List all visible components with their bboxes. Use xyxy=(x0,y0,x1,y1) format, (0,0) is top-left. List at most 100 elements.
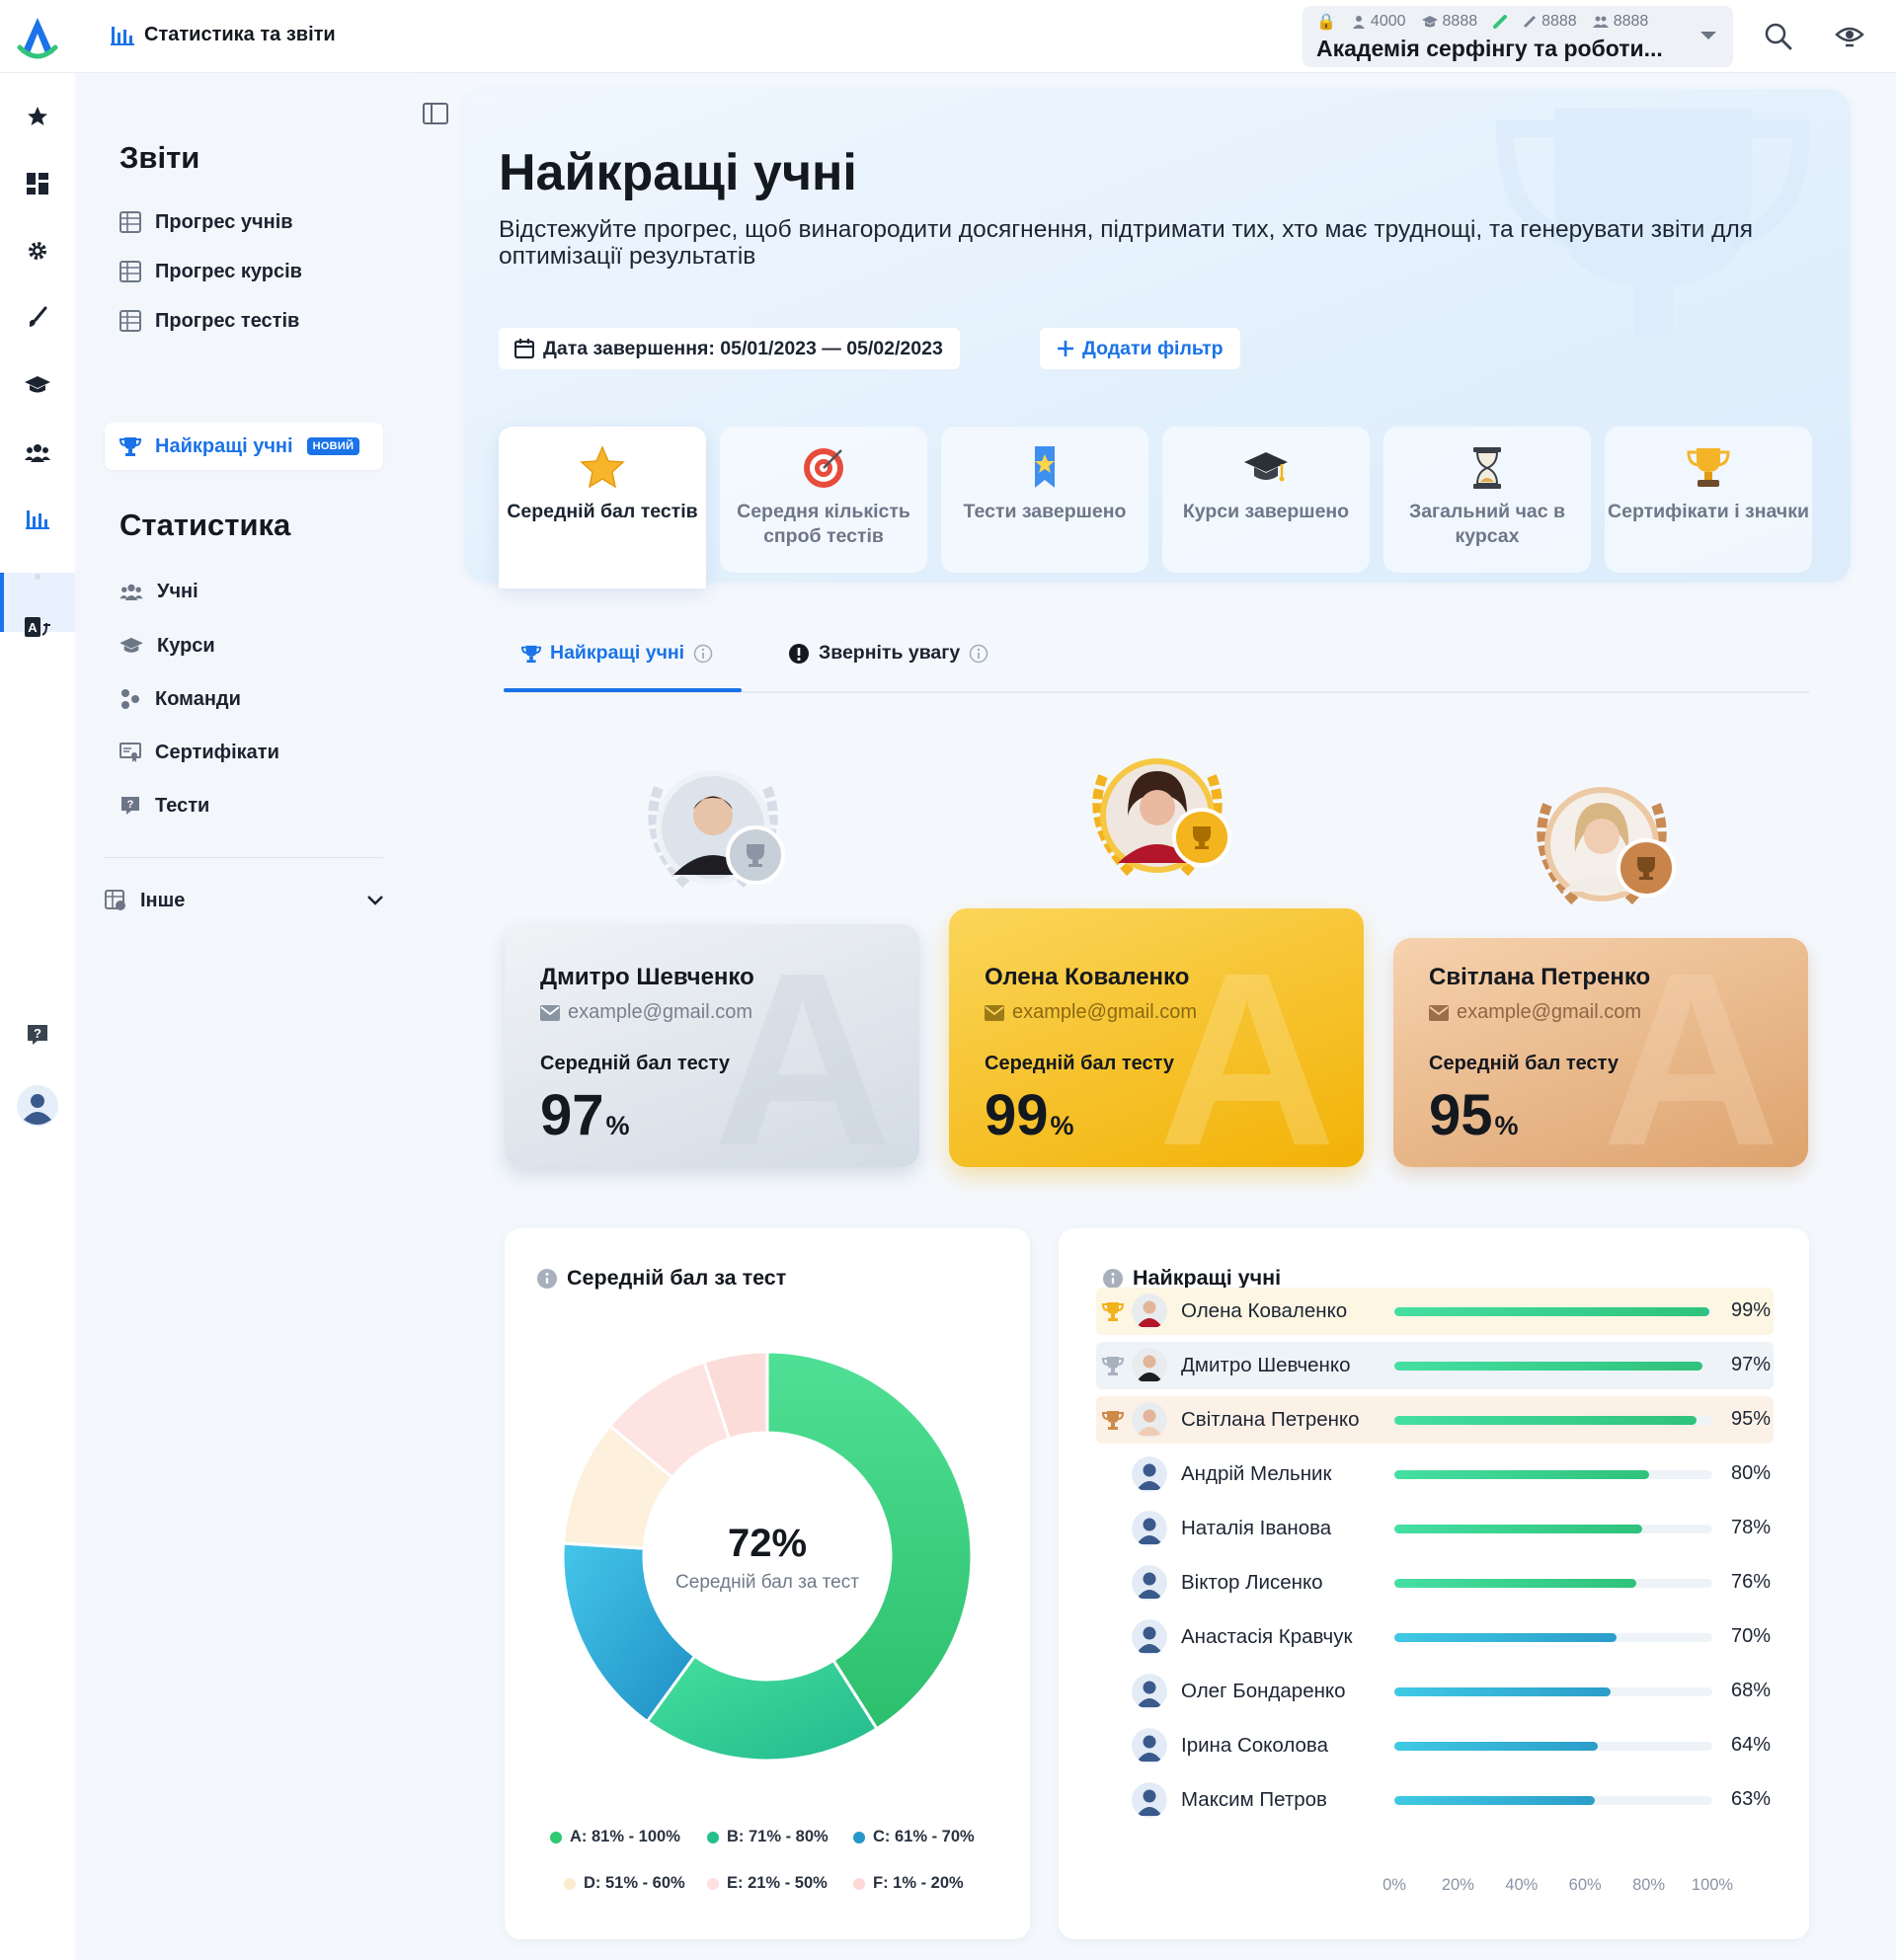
side-navigation: Звіти Прогрес учнів Прогрес курсів Прогр… xyxy=(75,73,415,1960)
tab-top-students[interactable]: Найкращі учні xyxy=(521,642,713,665)
date-filter-label: Дата завершення: 05/01/2023 — 05/02/2023 xyxy=(543,337,943,359)
search-icon[interactable] xyxy=(1764,22,1793,51)
student-name: Максим Петров xyxy=(1181,1788,1327,1811)
podium-value-number: 97 xyxy=(540,1083,604,1147)
graduation-cap-icon[interactable] xyxy=(24,371,51,399)
podium-value: 99% xyxy=(985,1082,1074,1148)
users-group-icon[interactable] xyxy=(24,438,51,466)
leaderboard-row[interactable]: Анастасія Кравчук 70% xyxy=(1096,1613,1774,1661)
table-settings-icon xyxy=(105,890,125,910)
info-icon[interactable] xyxy=(969,644,988,664)
logo-icon[interactable] xyxy=(14,14,61,61)
score-bar-track xyxy=(1394,1362,1712,1371)
leaderboard-row[interactable]: Максим Петров 63% xyxy=(1096,1776,1774,1824)
student-name: Наталія Іванова xyxy=(1181,1517,1332,1539)
ribbon-icon xyxy=(1035,446,1055,488)
score-bar xyxy=(1394,1796,1595,1805)
podium-email-text: example@gmail.com xyxy=(1012,1001,1198,1023)
help-icon[interactable]: ? xyxy=(24,1021,51,1049)
score-value: 78% xyxy=(1730,1517,1771,1538)
icon-rail: A ? xyxy=(0,73,75,1960)
leaderboard-row[interactable]: Світлана Петренко 95% xyxy=(1096,1396,1774,1444)
mail-icon xyxy=(985,1004,1004,1021)
leaderboard-row[interactable]: Віктор Лисенко 76% xyxy=(1096,1559,1774,1607)
nav-item-certificates[interactable]: Сертифікати xyxy=(119,738,279,767)
podium-value: 95% xyxy=(1429,1082,1519,1148)
org-stat-teams: 8888 xyxy=(1592,13,1648,31)
organization-switcher[interactable]: 🔒 4000 8888 8888 8888 Академія серфінгу … xyxy=(1303,6,1733,67)
date-filter-chip[interactable]: Дата завершення: 05/01/2023 — 05/02/2023 xyxy=(499,328,960,369)
metric-tab-label: Сертифікати і значки xyxy=(1608,501,1809,522)
dashboard-icon[interactable] xyxy=(24,170,51,197)
metric-tab-avg-score[interactable]: Середній бал тестів xyxy=(499,427,706,588)
metric-tab-certificates-badges[interactable]: Сертифікати і значки xyxy=(1605,427,1812,573)
tab-attention[interactable]: Зверніть увагу xyxy=(788,642,988,665)
student-avatar xyxy=(1132,1565,1167,1601)
nav-item-quiz-progress[interactable]: Прогрес тестів xyxy=(119,306,299,336)
score-bar xyxy=(1394,1687,1611,1696)
info-icon[interactable] xyxy=(693,644,713,664)
podium-email: example@gmail.com xyxy=(540,1001,752,1024)
leaderboard-row[interactable]: Олег Бондаренко 68% xyxy=(1096,1668,1774,1715)
nav-item-student-progress[interactable]: Прогрес учнів xyxy=(119,207,293,237)
add-filter-button[interactable]: Додати фільтр xyxy=(1040,328,1240,369)
nav-item-top-students[interactable]: Найкращі учні НОВИЙ xyxy=(119,431,360,461)
user-avatar-icon[interactable] xyxy=(16,1084,59,1128)
add-filter-label: Додати фільтр xyxy=(1082,337,1224,359)
brush-icon[interactable] xyxy=(24,304,51,332)
podium-email: example@gmail.com xyxy=(1429,1001,1641,1024)
podium-value: 97% xyxy=(540,1082,630,1148)
chevron-down-icon[interactable] xyxy=(1699,30,1717,41)
nav-item-courses[interactable]: Курси xyxy=(119,631,215,661)
score-bar xyxy=(1394,1742,1599,1751)
score-bar xyxy=(1394,1633,1618,1642)
preview-eye-icon[interactable] xyxy=(1835,22,1864,51)
metric-tab-tests-completed[interactable]: Тести завершено xyxy=(941,427,1148,573)
axis-tick-label: 100% xyxy=(1691,1876,1734,1894)
podium-card-first[interactable]: A Олена Коваленко example@gmail.com Сере… xyxy=(949,908,1364,1167)
metric-tab-courses-completed[interactable]: Курси завершено xyxy=(1162,427,1370,573)
sidebar-collapse-icon[interactable] xyxy=(423,103,448,124)
donut-center-label: Середній бал за тест xyxy=(675,1572,859,1593)
podium-card-second[interactable]: A Дмитро Шевченко example@gmail.com Сере… xyxy=(505,924,919,1167)
leaderboard-row[interactable]: Андрій Мельник 80% xyxy=(1096,1450,1774,1498)
podium-metric-label: Середній бал тесту xyxy=(985,1053,1175,1074)
nav-item-students[interactable]: Учні xyxy=(119,577,198,606)
student-avatar xyxy=(1132,1348,1167,1383)
axis-tick-label: 20% xyxy=(1441,1876,1474,1894)
score-value: 95% xyxy=(1730,1408,1771,1430)
statistics-bar-chart-icon[interactable] xyxy=(24,506,51,533)
org-stat-quizzes xyxy=(1493,15,1508,29)
favorites-star-icon[interactable] xyxy=(24,103,51,130)
nav-item-course-progress[interactable]: Прогрес курсів xyxy=(119,257,302,286)
nav-item-other[interactable]: Інше xyxy=(105,886,383,915)
metric-tab-total-time[interactable]: Загальний час в курсах xyxy=(1383,427,1591,573)
org-stat-edits: 8888 xyxy=(1523,13,1577,31)
mail-icon xyxy=(1429,1004,1449,1021)
page-subtitle: Відстежуйте прогрес, щоб винагородити до… xyxy=(499,216,1754,270)
leaderboard-row[interactable]: Наталія Іванова 78% xyxy=(1096,1505,1774,1552)
avg-score-card: Середній бал за тест 72% Середній бал за… xyxy=(505,1228,1030,1939)
info-icon[interactable] xyxy=(1102,1268,1124,1290)
translate-icon[interactable]: A xyxy=(24,614,51,642)
settings-gear-icon[interactable] xyxy=(24,237,51,265)
axis-tick-label: 60% xyxy=(1568,1876,1602,1894)
leaderboard-row[interactable]: Ірина Соколова 64% xyxy=(1096,1722,1774,1769)
alert-icon xyxy=(789,643,809,664)
metric-tab-label: Курси завершено xyxy=(1182,501,1350,522)
info-icon[interactable] xyxy=(536,1268,558,1290)
score-bar-track xyxy=(1394,1796,1712,1805)
sub-tabs: Найкращі учні Зверніть увагу xyxy=(504,628,1809,693)
legend-item-d: D: 51% - 60% xyxy=(564,1874,685,1893)
nav-item-teams[interactable]: Команди xyxy=(119,684,241,714)
certificate-icon xyxy=(119,743,141,762)
leaderboard-row[interactable]: Олена Коваленко 99% xyxy=(1096,1288,1774,1335)
score-bar xyxy=(1394,1525,1643,1533)
podium-card-third[interactable]: A Світлана Петренко example@gmail.com Се… xyxy=(1393,938,1808,1167)
student-avatar xyxy=(1132,1456,1167,1492)
nav-item-quizzes[interactable]: ? Тести xyxy=(119,791,209,821)
lock-icon: 🔒 xyxy=(1316,14,1336,31)
metric-tab-avg-attempts[interactable]: Середня кількість спроб тестів xyxy=(720,427,927,573)
bronze-trophy-icon xyxy=(1102,1411,1124,1430)
leaderboard-row[interactable]: Дмитро Шевченко 97% xyxy=(1096,1342,1774,1389)
